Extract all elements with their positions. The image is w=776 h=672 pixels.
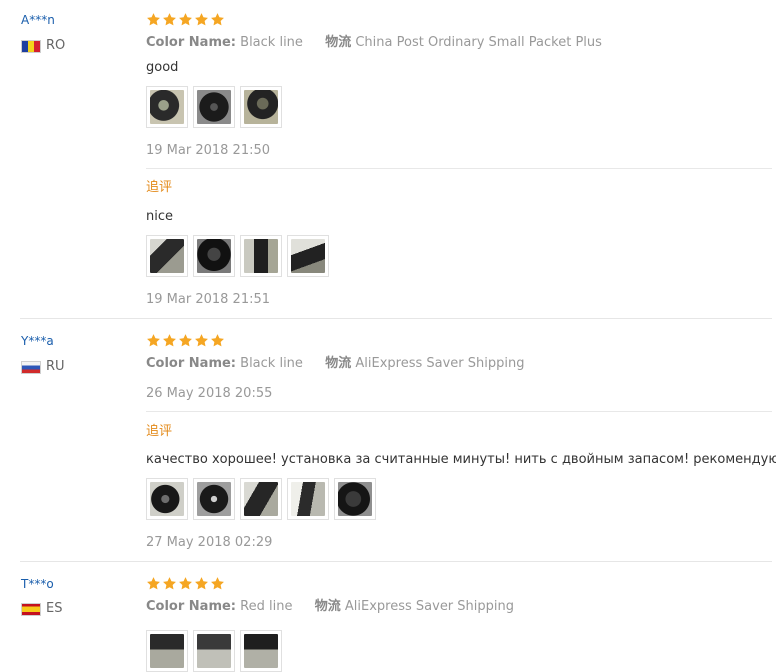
reviewer-country: RO <box>21 38 65 54</box>
review-divider <box>20 561 772 562</box>
followup-photo-thumbnail[interactable] <box>193 478 235 520</box>
flag-ru-icon <box>21 360 41 374</box>
color-name-value: Red line <box>240 599 293 614</box>
followup-photo-thumbnail[interactable] <box>287 235 329 277</box>
star-icon <box>178 333 193 348</box>
reviewer-country: RU <box>21 359 65 375</box>
review-text: good <box>146 60 179 75</box>
review-photos <box>146 630 282 672</box>
followup-date: 19 Mar 2018 21:51 <box>146 292 271 307</box>
reviewer-name[interactable]: Y***a <box>21 334 54 348</box>
country-code: RU <box>46 359 65 374</box>
followup-photos <box>146 478 376 520</box>
star-icon <box>178 12 193 27</box>
shipping-value: AliExpress Saver Shipping <box>344 599 514 614</box>
shipping-label: 物流 <box>325 35 352 50</box>
followup-photo-thumbnail[interactable] <box>287 478 329 520</box>
shipping-label: 物流 <box>314 599 341 614</box>
review-date: 26 May 2018 20:55 <box>146 386 273 401</box>
color-name-value: Black line <box>240 356 303 371</box>
review-photo-thumbnail[interactable] <box>240 630 282 672</box>
star-icon <box>162 333 177 348</box>
review-divider <box>20 318 772 319</box>
review-photo-thumbnail[interactable] <box>146 630 188 672</box>
followup-text: качество хорошее! установка за считанные… <box>146 452 776 467</box>
followup-photo-thumbnail[interactable] <box>240 478 282 520</box>
country-code: RO <box>46 38 66 53</box>
review-meta: Color Name: Red line 物流 AliExpress Saver… <box>146 599 514 615</box>
review-meta: Color Name: Black line 物流 China Post Ord… <box>146 35 602 51</box>
color-name-label: Color Name: <box>146 35 237 50</box>
followup-photo-thumbnail[interactable] <box>240 235 282 277</box>
star-icon <box>210 12 225 27</box>
star-icon <box>194 12 209 27</box>
country-code: ES <box>46 601 63 616</box>
shipping-value: China Post Ordinary Small Packet Plus <box>355 35 602 50</box>
star-icon <box>146 576 161 591</box>
shipping-label: 物流 <box>325 356 352 371</box>
followup-divider <box>146 411 772 412</box>
color-name-value: Black line <box>240 35 303 50</box>
review-meta: Color Name: Black line 物流 AliExpress Sav… <box>146 356 524 372</box>
star-icon <box>178 576 193 591</box>
followup-divider <box>146 168 772 169</box>
color-name-label: Color Name: <box>146 599 237 614</box>
star-icon <box>162 12 177 27</box>
review-date: 19 Mar 2018 21:50 <box>146 143 271 158</box>
followup-photos <box>146 235 329 277</box>
followup-label: 追评 <box>146 180 173 195</box>
review-photos <box>146 86 282 128</box>
followup-label: 追评 <box>146 424 173 439</box>
star-icon <box>210 333 225 348</box>
reviewer-country: ES <box>21 601 62 617</box>
followup-text: nice <box>146 209 173 224</box>
star-icon <box>194 333 209 348</box>
star-icon <box>146 12 161 27</box>
rating-stars <box>146 12 225 28</box>
review-photo-thumbnail[interactable] <box>193 630 235 672</box>
review-photo-thumbnail[interactable] <box>146 86 188 128</box>
color-name-label: Color Name: <box>146 356 237 371</box>
reviewer-name[interactable]: T***o <box>21 577 54 591</box>
followup-photo-thumbnail[interactable] <box>193 235 235 277</box>
followup-photo-thumbnail[interactable] <box>146 235 188 277</box>
shipping-value: AliExpress Saver Shipping <box>355 356 525 371</box>
followup-date: 27 May 2018 02:29 <box>146 535 273 550</box>
star-icon <box>146 333 161 348</box>
star-icon <box>162 576 177 591</box>
followup-photo-thumbnail[interactable] <box>146 478 188 520</box>
rating-stars <box>146 576 225 592</box>
review-photo-thumbnail[interactable] <box>240 86 282 128</box>
flag-ro-icon <box>21 39 41 53</box>
review-photo-thumbnail[interactable] <box>193 86 235 128</box>
rating-stars <box>146 333 225 349</box>
reviewer-name[interactable]: A***n <box>21 13 55 27</box>
star-icon <box>194 576 209 591</box>
followup-photo-thumbnail[interactable] <box>334 478 376 520</box>
flag-es-icon <box>21 602 41 616</box>
star-icon <box>210 576 225 591</box>
